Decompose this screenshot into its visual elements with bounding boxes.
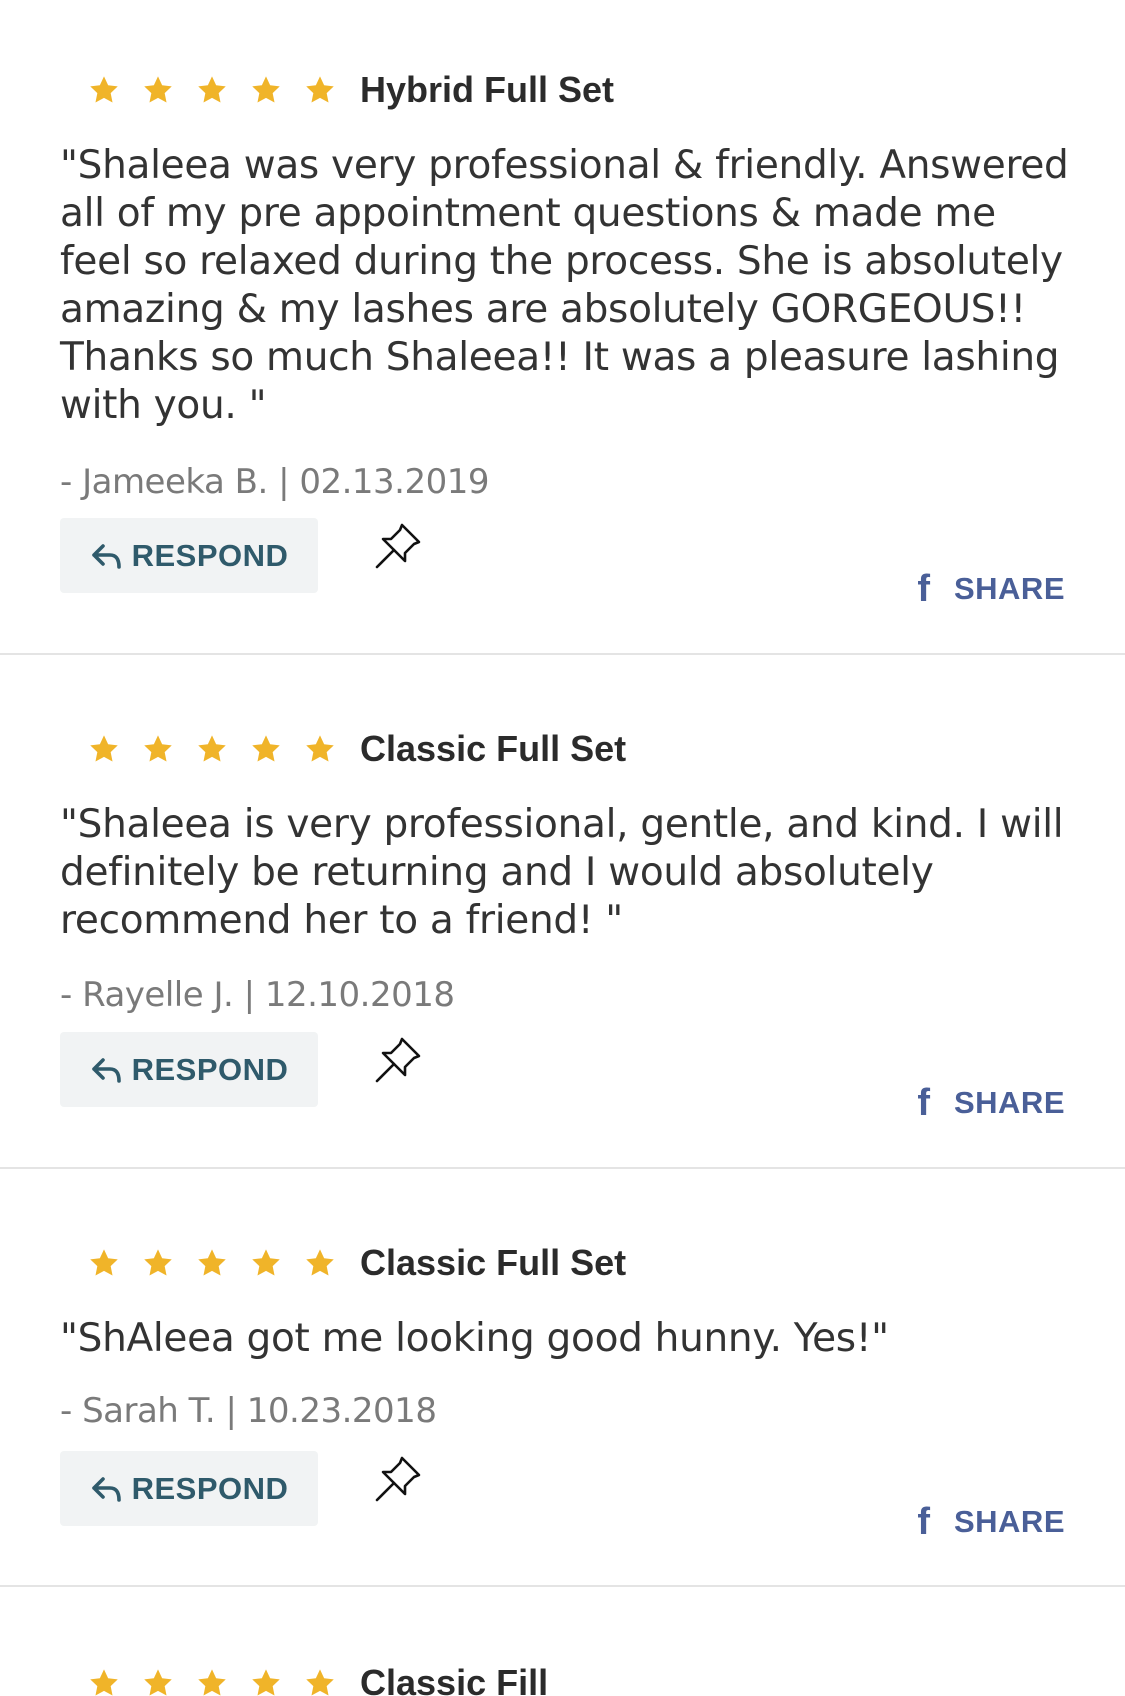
star-icon bbox=[304, 733, 336, 765]
star-icon bbox=[88, 1247, 120, 1279]
review-text: "Shaleea was very professional & friendl… bbox=[60, 143, 1069, 428]
review-card: Classic Full Set "Shaleea is very profes… bbox=[0, 655, 1125, 1168]
review-service-title: Classic Full Set bbox=[360, 1242, 627, 1283]
respond-label: RESPOND bbox=[131, 1470, 289, 1506]
star-icon bbox=[88, 74, 120, 106]
star-icon bbox=[304, 1247, 336, 1279]
respond-button[interactable]: RESPOND bbox=[60, 1451, 318, 1526]
share-label: SHARE bbox=[953, 571, 1065, 606]
review-service-title: Classic Fill bbox=[360, 1662, 549, 1696]
share-button[interactable]: f SHARE bbox=[917, 570, 1065, 608]
review-card: Classic Full Set "ShAleea got me looking… bbox=[0, 1169, 1125, 1587]
pin-icon[interactable] bbox=[372, 1034, 424, 1086]
star-icon bbox=[196, 1247, 228, 1279]
share-button[interactable]: f SHARE bbox=[917, 1503, 1065, 1541]
facebook-icon: f bbox=[917, 1082, 930, 1124]
star-rating bbox=[88, 1667, 358, 1696]
reply-arrow-icon bbox=[90, 1475, 122, 1503]
facebook-icon: f bbox=[917, 568, 930, 610]
star-icon bbox=[250, 733, 282, 765]
star-icon bbox=[250, 1247, 282, 1279]
facebook-icon: f bbox=[917, 1501, 930, 1543]
star-icon bbox=[142, 1247, 174, 1279]
review-author-date: - Sarah T. | 10.23.2018 bbox=[60, 1391, 437, 1431]
share-label: SHARE bbox=[953, 1085, 1065, 1120]
share-button[interactable]: f SHARE bbox=[917, 1084, 1065, 1122]
star-icon bbox=[88, 733, 120, 765]
star-icon bbox=[250, 1667, 282, 1696]
star-icon bbox=[88, 1667, 120, 1696]
star-rating bbox=[88, 74, 358, 106]
star-icon bbox=[142, 1667, 174, 1696]
respond-label: RESPOND bbox=[131, 537, 289, 573]
review-author-date: - Rayelle J. | 12.10.2018 bbox=[60, 975, 455, 1015]
respond-label: RESPOND bbox=[131, 1051, 289, 1087]
star-icon bbox=[142, 74, 174, 106]
star-icon bbox=[142, 733, 174, 765]
respond-button[interactable]: RESPOND bbox=[60, 518, 318, 593]
reply-arrow-icon bbox=[90, 1056, 122, 1084]
star-rating bbox=[88, 1247, 358, 1279]
star-icon bbox=[304, 1667, 336, 1696]
pin-icon[interactable] bbox=[372, 520, 424, 572]
review-card: Hybrid Full Set "Shaleea was very profes… bbox=[0, 0, 1125, 655]
star-icon bbox=[196, 74, 228, 106]
star-icon bbox=[196, 1667, 228, 1696]
review-author-date: - Jameeka B. | 02.13.2019 bbox=[60, 462, 490, 502]
star-icon bbox=[196, 733, 228, 765]
review-text: "ShAleea got me looking good hunny. Yes!… bbox=[60, 1316, 889, 1361]
review-service-title: Hybrid Full Set bbox=[360, 69, 615, 110]
star-icon bbox=[250, 74, 282, 106]
review-card: Classic Fill bbox=[0, 1587, 1125, 1696]
review-service-title: Classic Full Set bbox=[360, 728, 627, 769]
share-label: SHARE bbox=[953, 1504, 1065, 1539]
reply-arrow-icon bbox=[90, 542, 122, 570]
star-rating bbox=[88, 733, 358, 765]
review-text: "Shaleea is very professional, gentle, a… bbox=[60, 802, 1064, 943]
pin-icon[interactable] bbox=[372, 1453, 424, 1505]
respond-button[interactable]: RESPOND bbox=[60, 1032, 318, 1107]
star-icon bbox=[304, 74, 336, 106]
